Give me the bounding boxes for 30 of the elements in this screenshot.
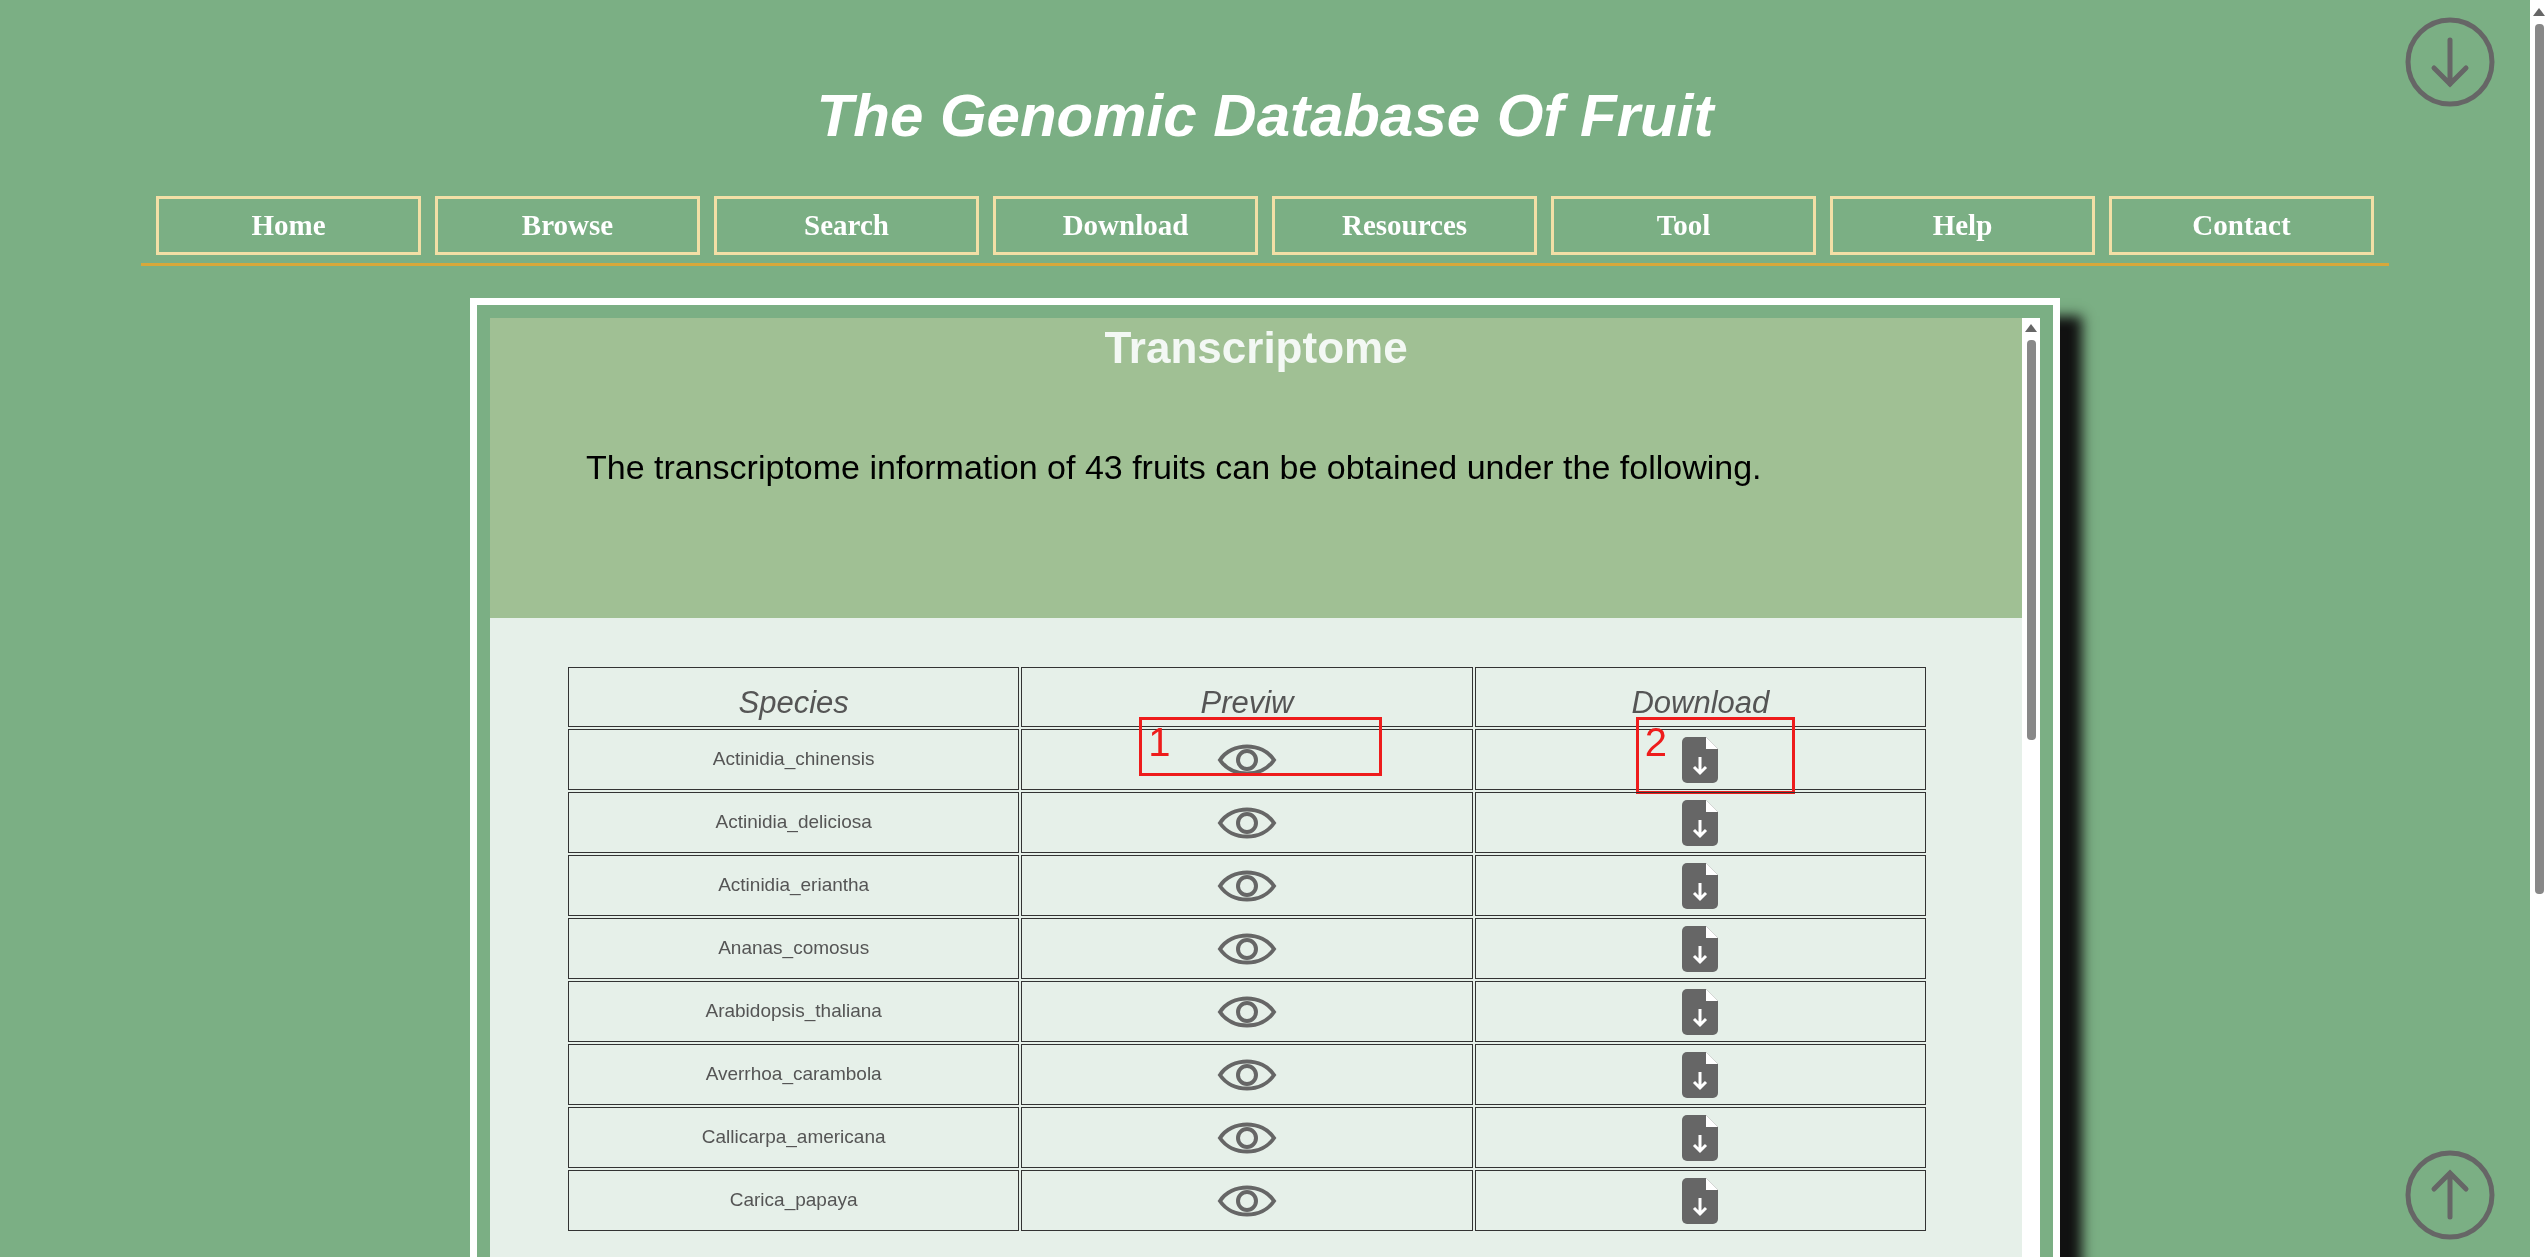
column-header: Download (1474, 667, 1926, 727)
file-download-icon[interactable] (1682, 736, 1719, 783)
nav-button[interactable]: Search (714, 196, 979, 255)
nav-button[interactable]: Tool (1551, 196, 1816, 255)
file-download-icon[interactable] (1682, 925, 1719, 972)
nav-button[interactable]: Contact (2109, 196, 2374, 255)
nav-button[interactable]: Home (156, 196, 421, 255)
nav-button[interactable]: Browse (435, 196, 700, 255)
species-cell: Callicarpa_americana (568, 1107, 1020, 1168)
nav-button[interactable]: Download (993, 196, 1258, 255)
file-download-icon[interactable] (1682, 799, 1719, 846)
species-cell: Carica_papaya (568, 1170, 1020, 1231)
species-cell: Arabidopsis_thaliana (568, 981, 1020, 1042)
species-cell: Actinidia_chinensis (568, 729, 1020, 790)
species-cell: Actinidia_eriantha (568, 855, 1020, 916)
column-header: Previw (1021, 667, 1473, 727)
species-cell: Ananas_comosus (568, 918, 1020, 979)
species-cell: Actinidia_deliciosa (568, 792, 1020, 853)
column-header: Species (568, 667, 1020, 727)
panel-title: Transcriptome (1104, 322, 1408, 374)
file-download-icon[interactable] (1682, 1114, 1719, 1161)
file-download-icon[interactable] (1682, 862, 1719, 909)
file-download-icon[interactable] (1682, 1051, 1719, 1098)
file-download-icon[interactable] (1682, 1177, 1719, 1224)
site-title: The Genomic Database Of Fruit (816, 81, 1714, 151)
panel-description: The transcriptome information of 43 fruits can be obtained under the following. (586, 447, 1762, 488)
file-download-icon[interactable] (1682, 988, 1719, 1035)
species-cell: Averrhoa_carambola (568, 1044, 1020, 1105)
nav-button[interactable]: Help (1830, 196, 2095, 255)
nav-button[interactable]: Resources (1272, 196, 1537, 255)
